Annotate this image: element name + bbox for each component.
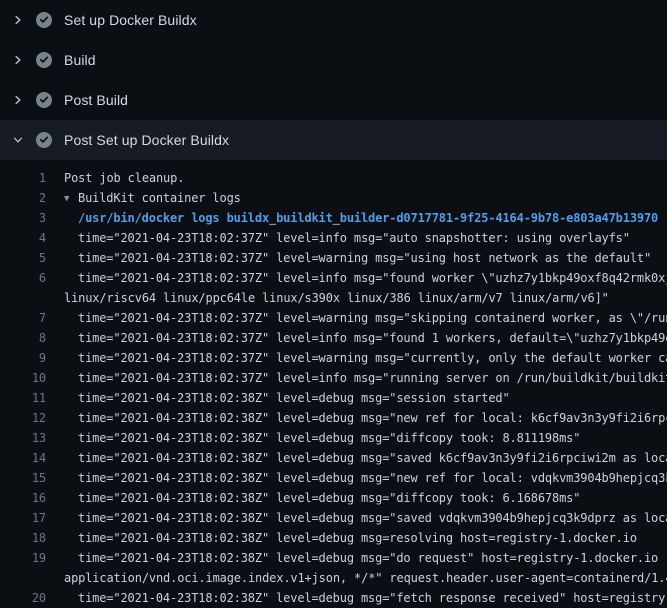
log-line-number[interactable]: 20	[0, 588, 46, 608]
log-line[interactable]: 3 /usr/bin/docker logs buildx_buildkit_b…	[0, 208, 667, 228]
log-line[interactable]: 13 time="2021-04-23T18:02:38Z" level=deb…	[0, 428, 667, 448]
log-line-text: time="2021-04-23T18:02:38Z" level=debug …	[78, 408, 667, 428]
log-line-text: time="2021-04-23T18:02:38Z" level=debug …	[78, 588, 667, 608]
log-line-number[interactable]: 19	[0, 548, 46, 568]
check-circle-icon	[36, 52, 52, 68]
log-line-number[interactable]: 8	[0, 328, 46, 348]
log-line-number[interactable]: 6	[0, 268, 46, 288]
log-line[interactable]: 4 time="2021-04-23T18:02:37Z" level=info…	[0, 228, 667, 248]
log-line[interactable]: 11 time="2021-04-23T18:02:38Z" level=deb…	[0, 388, 667, 408]
log-line[interactable]: 5 time="2021-04-23T18:02:37Z" level=warn…	[0, 248, 667, 268]
chevron-right-icon[interactable]	[10, 12, 26, 28]
log-line-number[interactable]: 9	[0, 348, 46, 368]
log-line-text: time="2021-04-23T18:02:37Z" level=info m…	[78, 368, 667, 388]
log-line[interactable]: 16 time="2021-04-23T18:02:38Z" level=deb…	[0, 488, 667, 508]
check-circle-icon	[36, 12, 52, 28]
step-row-1[interactable]: Build	[0, 40, 667, 80]
log-line-text: time="2021-04-23T18:02:37Z" level=info m…	[78, 228, 667, 248]
step-label: Build	[64, 52, 96, 68]
step-row-3[interactable]: Post Set up Docker Buildx	[0, 120, 667, 160]
log-line-number[interactable]: 16	[0, 488, 46, 508]
log-line-text: time="2021-04-23T18:02:37Z" level=info m…	[78, 268, 667, 288]
log-line-text: time="2021-04-23T18:02:38Z" level=debug …	[78, 488, 667, 508]
group-title: BuildKit container logs	[78, 191, 241, 205]
step-label: Set up Docker Buildx	[64, 12, 197, 28]
step-label: Post Build	[64, 92, 128, 108]
log-line-number[interactable]: 10	[0, 368, 46, 388]
log-line-text: time="2021-04-23T18:02:37Z" level=warnin…	[78, 248, 667, 268]
step-label: Post Set up Docker Buildx	[64, 132, 229, 148]
log-line-text: time="2021-04-23T18:02:38Z" level=debug …	[78, 388, 667, 408]
log-line[interactable]: 14 time="2021-04-23T18:02:38Z" level=deb…	[0, 448, 667, 468]
log-line-text: time="2021-04-23T18:02:37Z" level=warnin…	[78, 308, 667, 328]
log-line-number[interactable]: 15	[0, 468, 46, 488]
log-line[interactable]: 6 time="2021-04-23T18:02:37Z" level=info…	[0, 268, 667, 288]
step-row-2[interactable]: Post Build	[0, 80, 667, 120]
log-line-text: time="2021-04-23T18:02:38Z" level=debug …	[78, 548, 667, 568]
group-toggle-icon[interactable]: ▼	[64, 189, 78, 208]
log-line-number[interactable]: 13	[0, 428, 46, 448]
log-line-text: /usr/bin/docker logs buildx_buildkit_bui…	[78, 208, 667, 228]
log-area: 1 Post job cleanup. 2 ▼BuildKit containe…	[0, 160, 667, 608]
chevron-right-icon[interactable]	[10, 92, 26, 108]
log-line-number[interactable]: 1	[0, 168, 46, 188]
actions-log-viewer: Set up Docker Buildx Build P	[0, 0, 667, 608]
steps-list: Set up Docker Buildx Build P	[0, 0, 667, 160]
log-line-number[interactable]	[0, 288, 46, 308]
log-line[interactable]: 12 time="2021-04-23T18:02:38Z" level=deb…	[0, 408, 667, 428]
log-line-text: time="2021-04-23T18:02:38Z" level=debug …	[78, 448, 667, 468]
log-line[interactable]: application/vnd.oci.image.index.v1+json,…	[0, 568, 667, 588]
log-line[interactable]: 17 time="2021-04-23T18:02:38Z" level=deb…	[0, 508, 667, 528]
log-line-text: linux/riscv64 linux/ppc64le linux/s390x …	[64, 288, 667, 308]
chevron-right-icon[interactable]	[10, 52, 26, 68]
log-line-text: time="2021-04-23T18:02:38Z" level=debug …	[78, 468, 667, 488]
log-line-number[interactable]: 2	[0, 188, 46, 208]
check-circle-icon	[36, 132, 52, 148]
step-row-0[interactable]: Set up Docker Buildx	[0, 0, 667, 40]
log-line-text: Post job cleanup.	[64, 168, 667, 188]
check-circle-icon	[36, 92, 52, 108]
log-line-text: time="2021-04-23T18:02:38Z" level=debug …	[78, 428, 667, 448]
log-line-number[interactable]: 11	[0, 388, 46, 408]
log-line[interactable]: 10 time="2021-04-23T18:02:37Z" level=inf…	[0, 368, 667, 388]
log-line[interactable]: 7 time="2021-04-23T18:02:37Z" level=warn…	[0, 308, 667, 328]
log-line[interactable]: 9 time="2021-04-23T18:02:37Z" level=warn…	[0, 348, 667, 368]
log-line-number[interactable]: 18	[0, 528, 46, 548]
log-line[interactable]: 15 time="2021-04-23T18:02:38Z" level=deb…	[0, 468, 667, 488]
log-line-text: time="2021-04-23T18:02:38Z" level=debug …	[78, 528, 667, 548]
log-line[interactable]: 2 ▼BuildKit container logs	[0, 188, 667, 208]
chevron-down-icon[interactable]	[10, 132, 26, 148]
log-line[interactable]: 8 time="2021-04-23T18:02:37Z" level=info…	[0, 328, 667, 348]
log-line-number[interactable]: 3	[0, 208, 46, 228]
log-line[interactable]: 1 Post job cleanup.	[0, 168, 667, 188]
log-line[interactable]: 20 time="2021-04-23T18:02:38Z" level=deb…	[0, 588, 667, 608]
log-line[interactable]: 18 time="2021-04-23T18:02:38Z" level=deb…	[0, 528, 667, 548]
log-line[interactable]: linux/riscv64 linux/ppc64le linux/s390x …	[0, 288, 667, 308]
log-line-number[interactable]: 5	[0, 248, 46, 268]
log-line-text: time="2021-04-23T18:02:37Z" level=info m…	[78, 328, 667, 348]
log-line-number[interactable]: 7	[0, 308, 46, 328]
log-line-text: application/vnd.oci.image.index.v1+json,…	[64, 568, 667, 588]
log-line-text: time="2021-04-23T18:02:38Z" level=debug …	[78, 508, 667, 528]
log-line-number[interactable]	[0, 568, 46, 588]
log-line-number[interactable]: 14	[0, 448, 46, 468]
log-line[interactable]: 19 time="2021-04-23T18:02:38Z" level=deb…	[0, 548, 667, 568]
log-line-text: time="2021-04-23T18:02:37Z" level=warnin…	[78, 348, 667, 368]
log-line-number[interactable]: 12	[0, 408, 46, 428]
log-line-text: ▼BuildKit container logs	[64, 188, 667, 208]
log-line-number[interactable]: 4	[0, 228, 46, 248]
log-line-number[interactable]: 17	[0, 508, 46, 528]
